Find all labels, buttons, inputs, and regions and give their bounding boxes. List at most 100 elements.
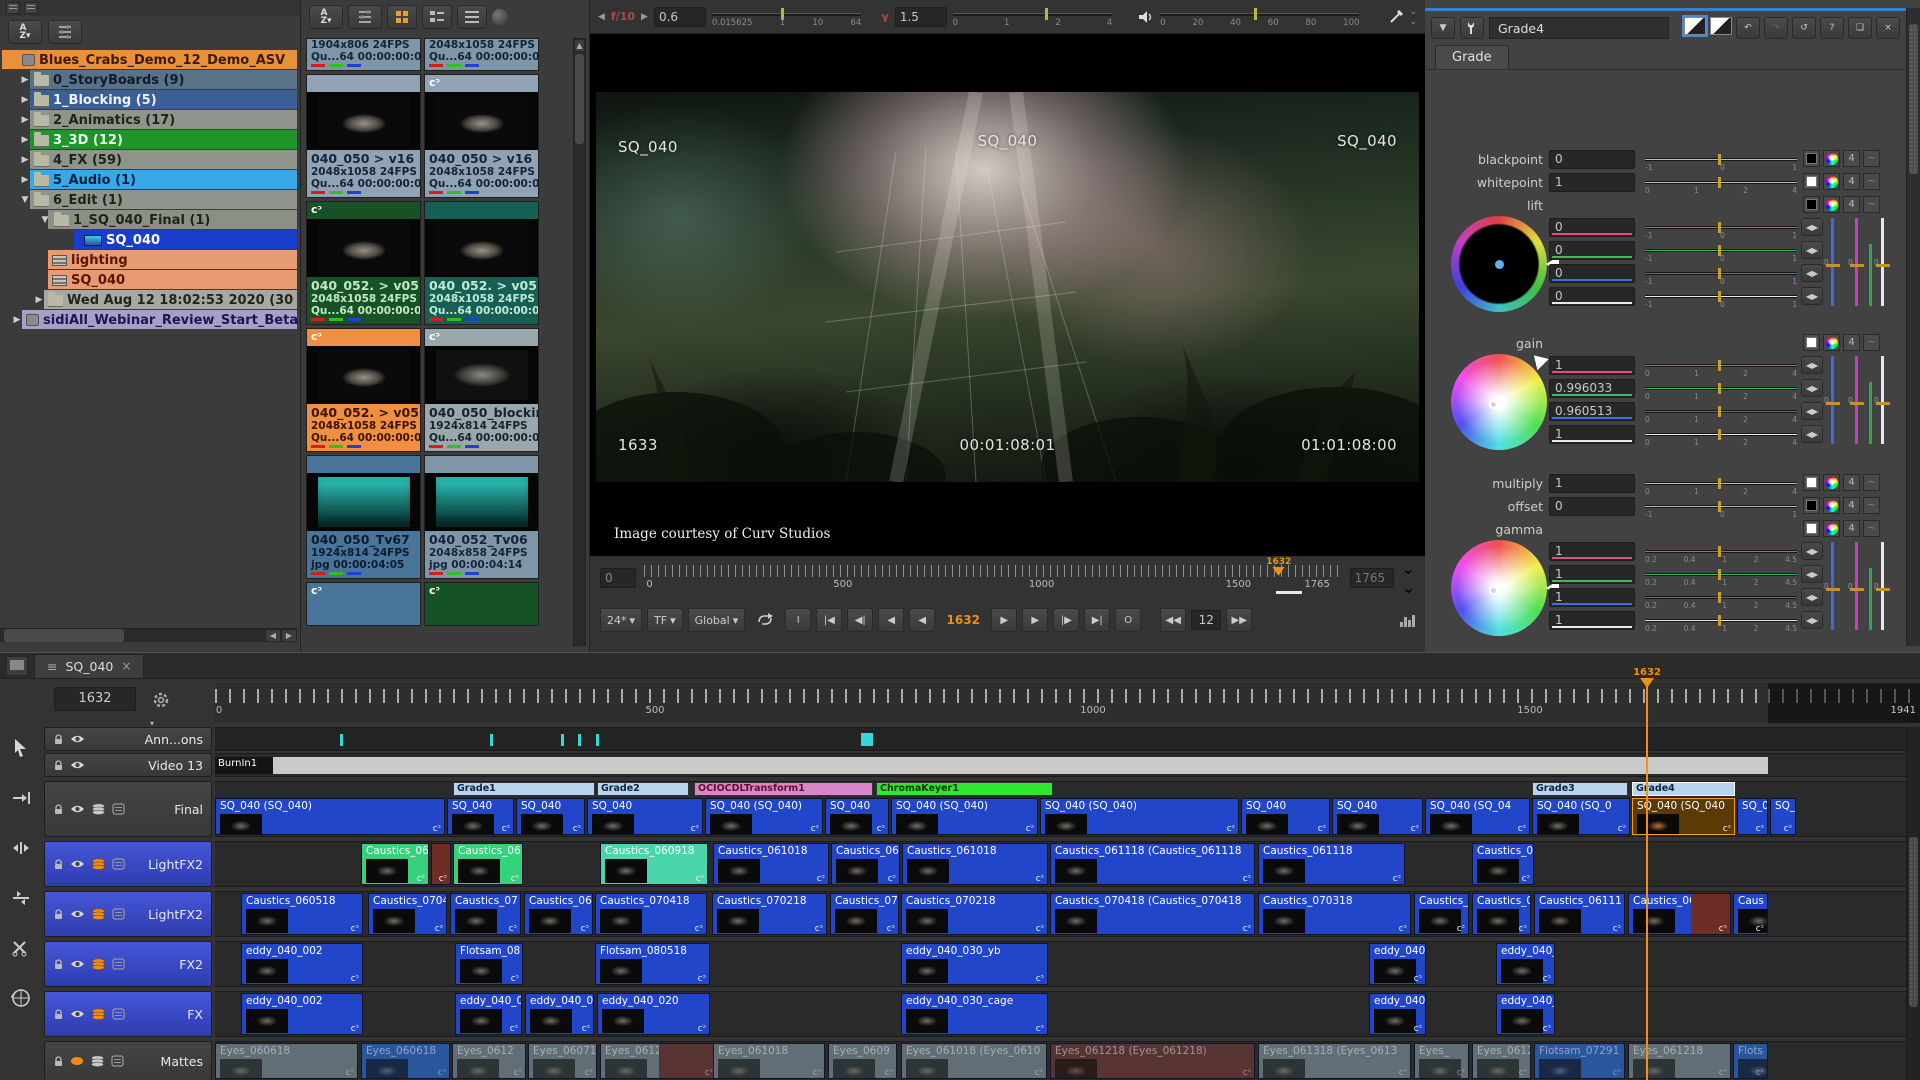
colorwheel-icon[interactable] [1823, 196, 1840, 213]
bin-item[interactable]: cᵓ040_050 > v162048x1058 24FPSQu...64 00… [424, 74, 539, 198]
gamma-wheel-group-channel-field[interactable]: 1 [1549, 565, 1635, 584]
annotation-marker-large[interactable] [861, 733, 873, 746]
channel-count-badge[interactable]: 4 [1843, 196, 1860, 213]
lift-wheel-group-channel-field[interactable]: 0 [1549, 218, 1635, 237]
lock-icon[interactable] [53, 1056, 64, 1067]
tree-item[interactable]: ▶4_FX (59) [0, 150, 297, 170]
bin-item[interactable]: 1904x806 24FPSQu...64 00:00:00:00 [306, 38, 421, 71]
grade-slider[interactable]: 0124 [1645, 356, 1797, 375]
soft-effect-ociocdltransform1[interactable]: OCIOCDLTransform1 [694, 782, 873, 796]
eye-icon[interactable] [70, 959, 85, 969]
channel-step-icon[interactable]: ◀▶ [1801, 241, 1823, 259]
channel-step-icon[interactable]: ◀▶ [1801, 542, 1823, 560]
timeline-clip[interactable]: Caustics_06cᵓ [831, 843, 900, 885]
channel-count-badge[interactable]: 4 [1843, 474, 1860, 491]
close-panel-icon[interactable]: × [1876, 17, 1900, 39]
layers-icon[interactable] [91, 1008, 106, 1020]
wheel-center-marker[interactable] [1489, 586, 1498, 595]
tree-item[interactable]: lighting [0, 250, 297, 270]
play-forward-button[interactable]: ▶ [991, 608, 1017, 632]
timeline-clip[interactable]: Caustics_070218cᵓ [712, 893, 827, 935]
scroll-right-icon[interactable]: ▶ [281, 629, 297, 642]
tree-expand-icon[interactable]: ▼ [20, 195, 30, 205]
channel-step-icon[interactable]: ◀▶ [1801, 611, 1823, 629]
select-tool-icon[interactable] [6, 733, 36, 763]
tree-expand-icon[interactable]: ▶ [20, 175, 30, 185]
slider-expand-icon[interactable]: ⌄⌄ [1402, 559, 1415, 597]
timeline-clip[interactable]: Caustics_0cᵓ [1472, 893, 1531, 935]
lift-wheel-group-channel-field[interactable]: 0 [1549, 241, 1635, 260]
revert-icon[interactable]: ↺ [1792, 17, 1816, 39]
bin-filter-button[interactable] [348, 5, 382, 29]
stack-icon[interactable] [111, 1055, 124, 1067]
timeline-clip[interactable]: Caustics_061118 (Caustics_061118cᵓ [1050, 843, 1255, 885]
grid-view-button[interactable] [387, 5, 417, 29]
tree-expand-icon[interactable]: ▶ [12, 315, 22, 325]
eye-icon[interactable] [70, 1009, 85, 1019]
timeline-clip[interactable]: SQ_040 (SQ_0cᵓ [1532, 798, 1630, 835]
timeline-clip[interactable]: eddy_040cᵓ [1369, 993, 1426, 1035]
timeline-clip[interactable]: cᵓ [431, 843, 451, 885]
redo-icon[interactable]: ↷ [1764, 17, 1788, 39]
timeline-clip[interactable]: Eyes_061218cᵓ [600, 1043, 717, 1079]
eye-icon[interactable] [70, 859, 85, 869]
channels-b-icon[interactable] [1710, 17, 1732, 35]
step-back-button[interactable]: ◀ [909, 608, 935, 632]
lock-icon[interactable] [53, 804, 64, 815]
tree-expand-icon[interactable]: ▶ [20, 155, 30, 165]
gain-wheel-group-channel-field[interactable]: 0.996033 [1549, 379, 1635, 398]
timeline-ruler[interactable]: 1941 050010001500 [215, 683, 1920, 723]
channel-step-icon[interactable]: ◀▶ [1801, 588, 1823, 606]
play-backward-button[interactable]: ◀ [878, 608, 904, 632]
swatch-icon[interactable] [1803, 150, 1820, 167]
detail-view-button[interactable] [422, 5, 452, 29]
timeline-clip[interactable]: Caustics_070418 (Caustics_070418cᵓ [1050, 893, 1255, 935]
channel-step-icon[interactable]: ◀▶ [1801, 379, 1823, 397]
timeline-clip[interactable]: SQ_040cᵓ [825, 798, 889, 835]
multiview-tool-icon[interactable] [6, 983, 36, 1013]
timeline-clip[interactable]: Flotscᵓ [1733, 1043, 1768, 1079]
gamma-input[interactable]: 1.5 [895, 7, 947, 27]
timeline-vscroll-handle[interactable] [1909, 837, 1918, 1007]
timeline-clip[interactable]: SQ_040cᵓ [587, 798, 703, 835]
bin-item[interactable]: cᵓ040_050_blockin1924x814 24FPSQu...64 0… [424, 328, 539, 452]
grade-slider[interactable]: 0.20.4124.5 [1645, 542, 1797, 561]
tab-grade[interactable]: Grade [1435, 45, 1509, 69]
frame-increment-button[interactable]: ▶▶ [1226, 608, 1252, 632]
timeline-clip[interactable]: Caustics_0cᵓ [1472, 843, 1534, 885]
curve-editor-icon[interactable]: ~ [1863, 150, 1880, 167]
blackpoint-field[interactable]: 0 [1549, 150, 1635, 169]
stack-icon[interactable] [112, 958, 125, 970]
grade-vscroll-handle[interactable] [1909, 24, 1918, 174]
timeline-clip[interactable]: SQ_0cᵓ [1737, 798, 1768, 835]
grade-slider[interactable]: -101 [1645, 287, 1797, 306]
step-forward-button[interactable]: ▶ [1022, 608, 1048, 632]
filter-settings-button[interactable] [48, 20, 82, 44]
tree-expand-icon[interactable]: ▶ [20, 135, 30, 145]
curve-editor-icon[interactable]: ~ [1863, 334, 1880, 351]
timeline-clip[interactable]: eddy_040_020cᵓ [597, 993, 710, 1035]
grade-slider[interactable]: -101 [1645, 241, 1797, 260]
bin-item[interactable]: 040_050_Tv671924x814 24FPSjpg 00:00:04:0… [306, 455, 421, 579]
timeline-clip[interactable]: Eyes_061318 (Eyes_0613cᵓ [1258, 1043, 1411, 1079]
scroll-left-icon[interactable]: ◀ [265, 629, 281, 642]
timeline-clip[interactable]: SQ_040cᵓ [1332, 798, 1423, 835]
lock-icon[interactable] [53, 760, 64, 771]
eye-icon[interactable] [70, 804, 85, 814]
timeline-clip[interactable]: Caustics_07cᵓ [830, 893, 899, 935]
stack-icon[interactable] [112, 803, 125, 815]
viewer-display[interactable]: SQ_040 SQ_040 SQ_040 1633 00:01:08:01 01… [590, 34, 1425, 556]
timeline-clip[interactable]: Flotsam_080518cᵓ [595, 943, 710, 985]
viewer-collapse-icon[interactable]: ⌄⌄ [1409, 7, 1417, 27]
skip-to-end-button[interactable]: ▶| [1084, 608, 1110, 632]
sort-az-button[interactable]: AZ▾ [8, 20, 42, 44]
timeline-clip[interactable]: SQ_040 (SQ_040)cᵓ [1040, 798, 1239, 835]
lift-wheel[interactable] [1451, 216, 1547, 312]
layersg-icon[interactable] [91, 803, 106, 815]
tree-expand-icon[interactable]: ▼ [40, 215, 50, 225]
soft-effect-grade1[interactable]: Grade1 [453, 782, 595, 796]
thumbnail-size-knob[interactable] [492, 9, 508, 25]
timeline-frame-field[interactable]: 1632 [54, 687, 136, 711]
tree-expand-icon[interactable]: ▶ [20, 115, 30, 125]
timeline-clip[interactable]: Caustics_061018cᵓ [902, 843, 1048, 885]
